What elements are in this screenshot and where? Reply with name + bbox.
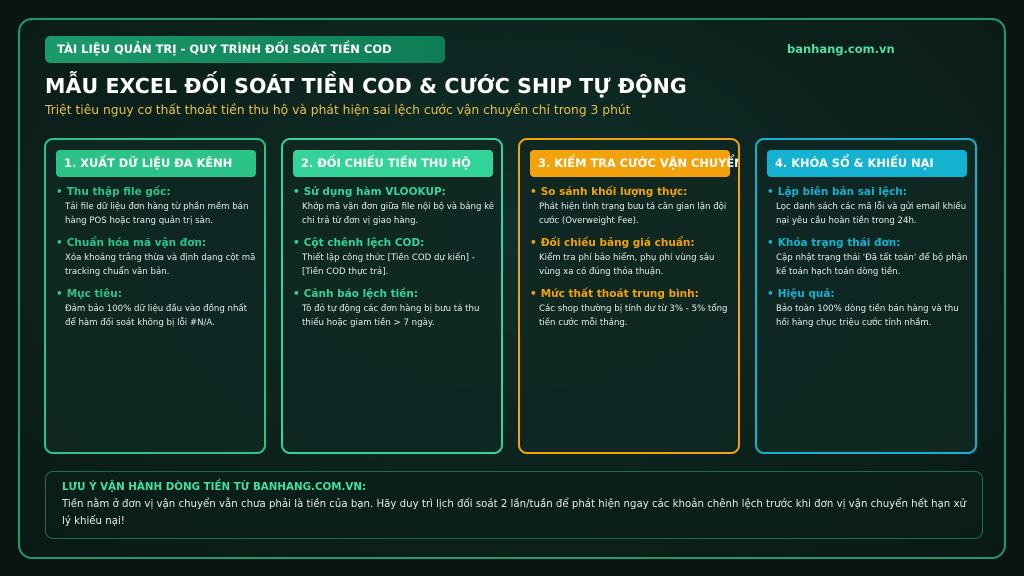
- item-description: Lọc danh sách các mã lỗi và gửi email kh…: [776, 202, 967, 226]
- list-item: • Mục tiêu: Đảm bảo 100% dữ liệu đầu vào …: [56, 288, 258, 330]
- step-card-body: • Lập biên bản sai lệch: Lọc danh sách cá…: [767, 186, 969, 339]
- bullet-icon: •: [293, 237, 300, 249]
- item-description: Thiết lập công thức [Tiền COD dự kiến] -…: [302, 253, 475, 277]
- item-description: Xóa khoảng trắng thừa và định dạng cột m…: [65, 253, 256, 277]
- item-title: Mức thất thoát trung bình:: [540, 288, 699, 300]
- step-card-title: 3. KIỂM TRA CƯỚC VẬN CHUYỂN: [530, 150, 738, 177]
- item-description: Các shop thường bị tính dư từ 3% - 5% tổ…: [539, 304, 728, 328]
- page-subtitle: Triệt tiêu nguy cơ thất thoát tiền thu h…: [45, 103, 631, 117]
- item-description: Đảm bảo 100% dữ liệu đầu vào đồng nhất đ…: [65, 304, 248, 328]
- note-title: LƯU Ý VẬN HÀNH DÒNG TIỀN TỪ BANHANG.COM.…: [62, 481, 367, 493]
- step-card-export: 1. XUẤT DỮ LIỆU ĐA KÊNH • Thu thập file g…: [44, 138, 266, 454]
- list-item: • Cột chênh lệch COD: Thiết lập công thức…: [293, 237, 495, 279]
- list-item: • Sử dụng hàm VLOOKUP: Khớp mã vận đơn gi…: [293, 186, 495, 228]
- list-item: • Khóa trạng thái đơn: Cập nhật trạng thá…: [767, 237, 969, 279]
- bullet-icon: •: [56, 237, 63, 249]
- item-title: Chuẩn hóa mã vận đơn:: [66, 237, 207, 249]
- item-description: Bảo toàn 100% dòng tiền bán hàng và thu …: [776, 304, 959, 328]
- infographic-frame: TÀI LIỆU QUẢN TRỊ - QUY TRÌNH ĐỐI SOÁT T…: [18, 18, 1006, 559]
- item-description: Tô đỏ tự động các đơn hàng bị bưu tá thu…: [302, 304, 480, 328]
- bullet-icon: •: [56, 288, 63, 300]
- step-card-reconcile: 2. ĐỐI CHIẾU TIỀN THU HỘ • Sử dụng hàm VL…: [281, 138, 503, 454]
- list-item: • Lập biên bản sai lệch: Lọc danh sách cá…: [767, 186, 969, 228]
- step-card-title: 1. XUẤT DỮ LIỆU ĐA KÊNH: [56, 150, 256, 177]
- item-title: Thu thập file gốc:: [66, 186, 171, 198]
- item-title: Khóa trạng thái đơn:: [777, 237, 901, 249]
- list-item: • Đối chiếu bảng giá chuẩn: Kiểm tra phí …: [530, 237, 732, 279]
- step-card-title: 2. ĐỐI CHIẾU TIỀN THU HỘ: [293, 150, 493, 177]
- site-name: banhang.com.vn: [787, 42, 895, 56]
- item-title: So sánh khối lượng thực:: [540, 186, 688, 198]
- step-card-body: • So sánh khối lượng thực: Phát hiện tình…: [530, 186, 732, 339]
- list-item: • Mức thất thoát trung bình: Các shop thư…: [530, 288, 732, 330]
- document-badge: TÀI LIỆU QUẢN TRỊ - QUY TRÌNH ĐỐI SOÁT T…: [45, 36, 445, 63]
- step-card-body: • Thu thập file gốc: Tải file dữ liệu đơn…: [56, 186, 258, 339]
- operation-note: LƯU Ý VẬN HÀNH DÒNG TIỀN TỪ BANHANG.COM.…: [45, 471, 983, 539]
- item-description: Khớp mã vận đơn giữa file nội bộ và bảng…: [302, 202, 495, 226]
- bullet-icon: •: [293, 186, 300, 198]
- item-title: Cột chênh lệch COD:: [303, 237, 425, 249]
- bullet-icon: •: [530, 237, 537, 249]
- item-title: Mục tiêu:: [66, 288, 122, 300]
- bullet-icon: •: [767, 237, 774, 249]
- step-card-title: 4. KHÓA SỔ & KHIẾU NẠI: [767, 150, 967, 177]
- bullet-icon: •: [767, 288, 774, 300]
- bullet-icon: •: [767, 186, 774, 198]
- list-item: • Hiệu quả: Bảo toàn 100% dòng tiền bán h…: [767, 288, 969, 330]
- list-item: • Chuẩn hóa mã vận đơn: Xóa khoảng trắng …: [56, 237, 258, 279]
- step-card-close-claim: 4. KHÓA SỔ & KHIẾU NẠI • Lập biên bản sai…: [755, 138, 977, 454]
- item-description: Cập nhật trạng thái 'Đã tất toán' để bộ …: [776, 253, 968, 277]
- item-title: Lập biên bản sai lệch:: [777, 186, 907, 198]
- item-title: Cảnh báo lệch tiền:: [303, 288, 419, 300]
- list-item: • So sánh khối lượng thực: Phát hiện tình…: [530, 186, 732, 228]
- item-description: Phát hiện tình trạng bưu tá cân gian lận…: [539, 202, 727, 226]
- list-item: • Thu thập file gốc: Tải file dữ liệu đơn…: [56, 186, 258, 228]
- bullet-icon: •: [56, 186, 63, 198]
- list-item: • Cảnh báo lệch tiền: Tô đỏ tự động các đ…: [293, 288, 495, 330]
- item-title: Hiệu quả:: [777, 288, 835, 300]
- bullet-icon: •: [530, 288, 537, 300]
- bullet-icon: •: [530, 186, 537, 198]
- bullet-icon: •: [293, 288, 300, 300]
- note-text: Tiền nằm ở đơn vị vận chuyển vẫn chưa ph…: [62, 499, 966, 527]
- item-description: Tải file dữ liệu đơn hàng từ phần mềm bá…: [65, 202, 249, 226]
- page-title: MẪU EXCEL ĐỐI SOÁT TIỀN COD & CƯỚC SHIP …: [45, 74, 687, 98]
- item-description: Kiểm tra phí bảo hiểm, phụ phí vùng sâu …: [539, 253, 715, 277]
- step-card-body: • Sử dụng hàm VLOOKUP: Khớp mã vận đơn gi…: [293, 186, 495, 339]
- item-title: Đối chiếu bảng giá chuẩn:: [540, 237, 695, 249]
- step-card-shipping-check: 3. KIỂM TRA CƯỚC VẬN CHUYỂN • So sánh khố…: [518, 138, 740, 454]
- item-title: Sử dụng hàm VLOOKUP:: [303, 186, 446, 198]
